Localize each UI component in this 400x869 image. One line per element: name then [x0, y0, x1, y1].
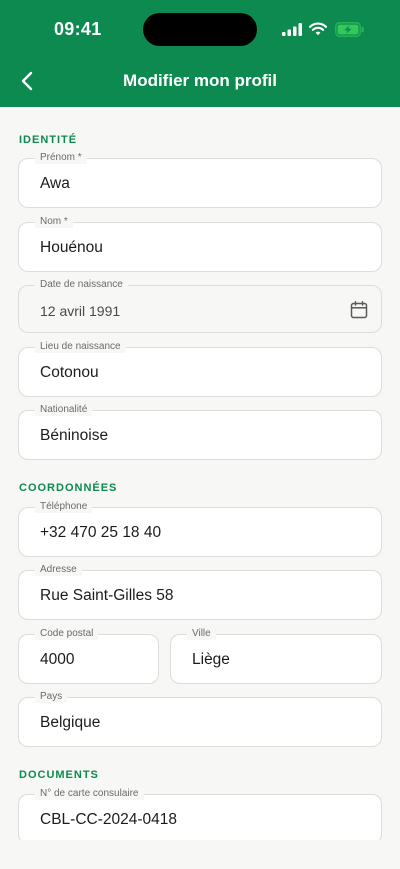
phone-value: +32 470 25 18 40 [40, 524, 162, 541]
birth-place-value: Cotonou [40, 364, 99, 381]
first-name-label: Prénom * [35, 152, 87, 164]
profile-form: IDENTITÉ Prénom * Awa Nom * Houénou Date… [0, 107, 400, 840]
battery-charging-icon [335, 21, 364, 37]
country-label: Pays [35, 691, 68, 703]
postal-code-label: Code postal [35, 628, 99, 640]
postal-code-value: 4000 [40, 651, 75, 668]
last-name-value: Houénou [40, 239, 103, 256]
first-name-value: Awa [40, 175, 70, 192]
phone-label: Téléphone [35, 501, 93, 513]
birth-date-value: 12 avril 1991 [40, 303, 121, 319]
page-title: Modifier mon profil [123, 71, 277, 90]
consular-card-label: N° de carte consulaire [35, 788, 144, 800]
phone-field[interactable]: Téléphone +32 470 25 18 40 [18, 501, 382, 557]
cellular-signal-icon [282, 22, 302, 36]
nationality-value: Béninoise [40, 427, 109, 444]
address-value: Rue Saint-Gilles 58 [40, 587, 174, 604]
address-field[interactable]: Adresse Rue Saint-Gilles 58 [18, 564, 382, 620]
city-label: Ville [187, 628, 216, 640]
app-header: 09:41 Modifier mon profil [0, 0, 400, 107]
birth-place-field[interactable]: Lieu de naissance Cotonou [18, 341, 382, 397]
birth-place-label: Lieu de naissance [35, 341, 126, 353]
last-name-field[interactable]: Nom * Houénou [18, 216, 382, 272]
calendar-icon[interactable] [349, 300, 369, 320]
section-title-identity: IDENTITÉ [19, 134, 78, 146]
status-icons [282, 20, 365, 38]
nationality-field[interactable]: Nationalité Béninoise [18, 404, 382, 460]
section-title-contact: COORDONNÉES [19, 482, 118, 494]
first-name-field[interactable]: Prénom * Awa [18, 152, 382, 208]
consular-card-value: CBL-CC-2024-0418 [40, 811, 177, 828]
country-value: Belgique [40, 714, 101, 731]
nav-bar: Modifier mon profil [0, 60, 400, 104]
wifi-icon [309, 22, 327, 36]
status-bar: 09:41 [0, 0, 400, 56]
country-field[interactable]: Pays Belgique [18, 691, 382, 747]
consular-card-field[interactable]: N° de carte consulaire CBL-CC-2024-0418 [18, 788, 382, 840]
postal-code-field[interactable]: Code postal 4000 [18, 628, 159, 684]
last-name-label: Nom * [35, 216, 73, 228]
dynamic-island [143, 13, 257, 46]
birth-date-label: Date de naissance [35, 279, 128, 291]
section-title-documents: DOCUMENTS [19, 769, 99, 781]
status-time: 09:41 [54, 19, 102, 39]
city-value: Liège [192, 651, 230, 668]
nationality-label: Nationalité [35, 404, 93, 416]
birth-date-field[interactable]: Date de naissance 12 avril 1991 [18, 279, 382, 333]
address-label: Adresse [35, 564, 82, 576]
city-field[interactable]: Ville Liège [170, 628, 382, 684]
